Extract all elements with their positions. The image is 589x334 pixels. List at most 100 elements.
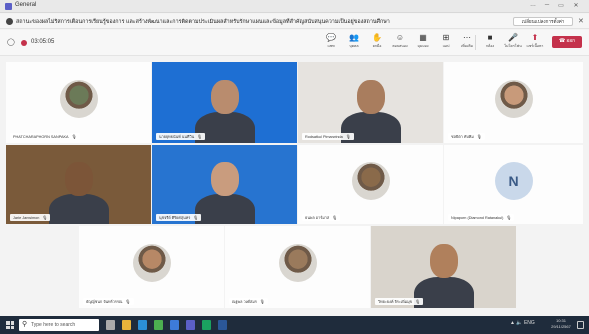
participant-name: วิทยะยงค์ จิระเพิ่มมุข xyxy=(378,300,413,304)
participant-tile[interactable]: ชลธิตา ทับทิม 🎙 xyxy=(444,62,583,143)
title-bar: General … ─ ▭ ✕ xyxy=(0,0,589,13)
participant-tile[interactable]: PHATCHARAPHORN SANPAKA 🎙 xyxy=(6,62,151,143)
windows-start-icon[interactable] xyxy=(6,321,14,329)
raise-hand-button[interactable]: ✋ ยกมือ xyxy=(366,33,388,53)
video-person-head xyxy=(210,79,239,114)
participant-name: PHATCHARAPHORN SANPAKA xyxy=(13,135,69,139)
participant-tile[interactable]: N Nipaporn (Diamond Ratanakul) 🎙 xyxy=(444,145,583,224)
system-tray[interactable]: ▲ 🔈 ENG xyxy=(510,320,535,326)
teams-icon[interactable] xyxy=(186,320,195,330)
participant-name: ธัญญ์ชนก จันทร์วรรณ xyxy=(86,300,123,304)
participant-tile[interactable]: นายยุทธนันท์ นนทีวิน 🎙 xyxy=(152,62,297,143)
muted-mic-icon: 🎙 xyxy=(332,215,338,220)
toolbar-item-label: มุมมอง xyxy=(417,44,429,48)
clock-date: 29/11/2567 xyxy=(551,324,571,329)
search-placeholder: Type here to search xyxy=(31,322,76,328)
participant-name-label: ธนพล อาร์มาส 🎙 xyxy=(302,214,341,221)
participant-name-label: ณฐพล วงศ์สมร 🎙 xyxy=(229,298,268,305)
participant-tile[interactable]: ธนพล อาร์มาส 🎙 xyxy=(298,145,443,224)
participant-name: ชลธิตา ทับทิม xyxy=(451,135,474,139)
avatar xyxy=(278,244,317,282)
files-icon[interactable] xyxy=(122,320,131,330)
toolbar-item-label: แชร์เนื้อหา xyxy=(526,44,544,48)
participant-tile[interactable]: Rodsatkul Pimarwinda 🎙 xyxy=(298,62,443,143)
meeting-toolbar: ◯ 03:05:05 💬 แชท 👥 บุคคล ✋ ยกมือ ☺ ตอบสนอง ▦ มุมม… xyxy=(0,30,589,56)
camera-icon: ■ xyxy=(487,33,493,42)
view-icon: ▦ xyxy=(419,33,427,42)
taskbar-clock[interactable]: 10:31 29/11/2567 xyxy=(548,318,574,330)
raise-hand-icon: ✋ xyxy=(372,33,382,42)
notification-banner: สถานะของผลไม่ริสการเตือนการเรียนรู้ของกา… xyxy=(0,14,589,29)
chat-icon: 💬 xyxy=(326,33,336,42)
info-icon xyxy=(6,18,13,25)
view-button[interactable]: ▦ มุมมอง xyxy=(412,33,434,53)
avatar-initials: N xyxy=(494,161,533,200)
video-person-head xyxy=(429,244,458,279)
participant-tile[interactable]: วิทยะยงค์ จิระเพิ่มมุข 🎙 xyxy=(371,226,516,308)
store-icon[interactable] xyxy=(170,320,179,330)
toolbar-item-label: แอป xyxy=(442,44,450,48)
participant-name: Rodsatkul Pimarwinda xyxy=(305,135,343,139)
mic-icon: 🎤 xyxy=(508,33,518,42)
muted-mic-icon: 🎙 xyxy=(259,299,265,304)
participant-name: Nipaporn (Diamond Ratanakul) xyxy=(451,216,504,220)
chrome-icon[interactable] xyxy=(154,320,163,330)
teams-logo-icon xyxy=(5,3,12,10)
participant-name: นุชจรีย์ ศิริยศสุนทร xyxy=(159,216,191,220)
people-button[interactable]: 👥 บุคคล xyxy=(343,33,365,53)
meet-icon[interactable] xyxy=(202,320,211,330)
apps-icon: ⊞ xyxy=(442,33,450,42)
word-icon[interactable] xyxy=(218,320,227,330)
muted-mic-icon: 🎙 xyxy=(476,134,482,139)
close-window-button[interactable]: ✕ xyxy=(570,2,582,9)
leave-label: ออก xyxy=(566,39,575,44)
people-icon: 👥 xyxy=(349,33,359,42)
taskbar-search-input[interactable]: ⚲ Type here to search xyxy=(19,319,99,331)
participant-name-label: PHATCHARAPHORN SANPAKA 🎙 xyxy=(10,133,80,140)
share-button[interactable]: ⬆ แชร์เนื้อหา xyxy=(524,33,546,53)
participant-tile[interactable]: ณฐพล วงศ์สมร 🎙 xyxy=(225,226,370,308)
participant-tile[interactable]: นุชจรีย์ ศิริยศสุนทร 🎙 xyxy=(152,145,297,224)
participant-name-label: ธัญญ์ชนก จันทร์วรรณ 🎙 xyxy=(83,298,134,305)
video-person-head xyxy=(64,162,93,197)
reactions-icon: ☺ xyxy=(395,33,405,42)
notification-center-icon[interactable] xyxy=(577,321,584,329)
mic-button[interactable]: 🎤 ไมโครโฟน xyxy=(502,33,524,53)
window-title: General xyxy=(15,2,37,8)
apps-button[interactable]: ⊞ แอป xyxy=(435,33,457,53)
participant-tile[interactable]: ธัญญ์ชนก จันทร์วรรณ 🎙 xyxy=(79,226,224,308)
video-person-head xyxy=(356,79,385,114)
avatar xyxy=(132,244,171,282)
muted-mic-icon: 🎙 xyxy=(42,215,48,220)
camera-button[interactable]: ■ กล้อง xyxy=(479,33,501,53)
participant-name: ธนพล อาร์มาส xyxy=(305,216,330,220)
toolbar-item-label: ตอบสนอง xyxy=(392,44,408,48)
banner-close-icon[interactable]: ✕ xyxy=(578,17,584,25)
leave-button[interactable]: ☎ ออก xyxy=(552,36,582,48)
avatar xyxy=(59,79,98,118)
teams-meeting-window: General … ─ ▭ ✕ สถานะของผลไม่ริสการเตือน… xyxy=(0,0,589,334)
muted-mic-icon: 🎙 xyxy=(193,215,199,220)
banner-text: สถานะของผลไม่ริสการเตือนการเรียนรู้ของกา… xyxy=(16,19,390,25)
participant-name-label: Nipaporn (Diamond Ratanakul) 🎙 xyxy=(448,214,515,221)
banner-action-button[interactable]: เปลี่ยนแปลงการตั้งค่า xyxy=(513,17,573,26)
muted-mic-icon: 🎙 xyxy=(71,134,77,139)
participant-name-label: Jarie Janwimon 🎙 xyxy=(10,214,51,221)
toolbar-item-label: แชท xyxy=(327,44,335,48)
muted-mic-icon: 🎙 xyxy=(506,215,512,220)
minimize-button[interactable]: ─ xyxy=(541,2,553,8)
participant-name-label: วิทยะยงค์ จิระเพิ่มมุข 🎙 xyxy=(375,298,424,305)
edge-icon[interactable] xyxy=(138,320,147,330)
participant-name: Jarie Janwimon xyxy=(13,216,40,220)
task-view-icon[interactable] xyxy=(106,320,115,330)
shield-icon: ◯ xyxy=(7,39,15,46)
participant-name-label: นุชจรีย์ ศิริยศสุนทร 🎙 xyxy=(156,214,202,221)
avatar xyxy=(351,161,390,200)
participant-tile[interactable]: Jarie Janwimon 🎙 xyxy=(6,145,151,224)
reactions-button[interactable]: ☺ ตอบสนอง xyxy=(389,33,411,53)
video-person-body xyxy=(194,193,255,224)
maximize-button[interactable]: ▭ xyxy=(555,2,567,9)
window-more-icon[interactable]: … xyxy=(527,2,539,8)
chat-button[interactable]: 💬 แชท xyxy=(320,33,342,53)
toolbar-item-label: กล้อง xyxy=(485,44,495,48)
